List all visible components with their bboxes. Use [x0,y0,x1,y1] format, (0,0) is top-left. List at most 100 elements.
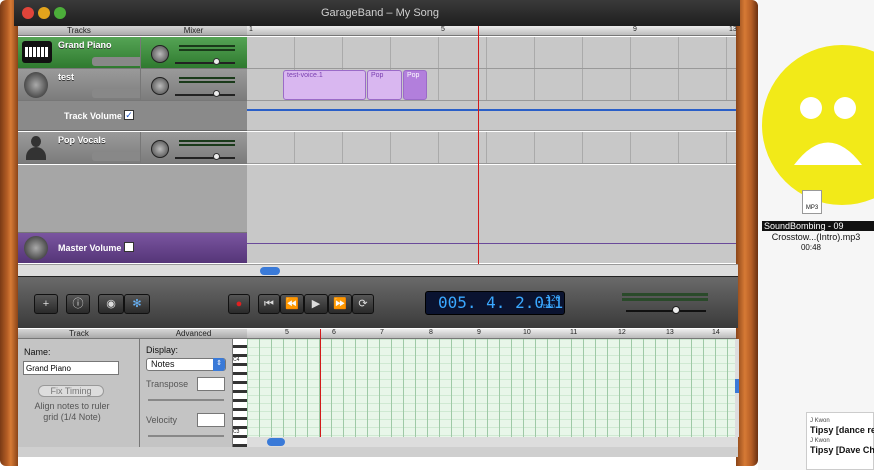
track-name: test [58,72,75,82]
play-button[interactable]: ▶ [304,294,328,314]
audio-region[interactable]: Pop [367,70,402,100]
scroll-thumb[interactable] [735,379,739,393]
editor-horizontal-scrollbar[interactable] [247,437,738,447]
file-name[interactable]: SoundBombing - 09 [762,221,874,231]
align-notes-text: Align notes to ruler grid (1/4 Note) [34,401,110,422]
list-item-artist: J Kwon [810,438,830,444]
chevron-updown-icon: ⇕ [213,358,225,371]
master-volume-label: Master Volume [58,243,122,253]
pan-knob[interactable] [151,77,169,95]
volume-thumb[interactable] [213,90,220,97]
master-track-header[interactable]: Master Volume [18,233,247,263]
horizontal-scrollbar[interactable] [18,264,738,276]
rewind-button[interactable]: ⏪ [280,294,304,314]
editor-advanced-tab[interactable]: Advanced [140,329,247,339]
screaming-face-icon [762,45,874,205]
audio-region[interactable]: Pop [403,70,427,100]
volume-slider[interactable] [175,62,235,64]
ruler-tick: 13 [666,329,674,336]
fast-forward-button[interactable]: ⏩ [328,294,352,314]
mixer-grand-piano [140,37,247,69]
ruler-tick: 9 [633,26,637,33]
window-title: GarageBand – My Song [320,7,440,19]
key-label: C3 [233,429,240,435]
velocity-label: Velocity [146,415,178,425]
pan-knob[interactable] [151,140,169,158]
track-lane[interactable] [247,132,736,164]
scroll-thumb[interactable] [267,438,285,446]
editor-playhead[interactable] [320,329,321,437]
level-meter [179,45,235,47]
track-header-test[interactable]: test [18,69,150,101]
master-volume-curve[interactable] [247,243,736,244]
wood-frame-right [736,0,758,466]
ruler-tick: 13 [729,26,737,33]
master-lane[interactable] [247,233,736,263]
transport-bar: + ⓘ ◉ ✻ ● ⏮ ⏪ ▶ ⏩ ⟳ 005. 4. 2.011 120 TE… [18,276,738,328]
track-name-input[interactable] [23,361,119,375]
tempo-label: TEMPO [540,304,556,310]
ruler-tick: 11 [570,329,578,336]
transpose-input[interactable] [197,377,225,391]
master-volume-slider[interactable] [626,310,706,312]
track-name: Grand Piano [58,40,112,50]
empty-lane-area[interactable] [247,165,736,233]
ruler-tick: 7 [380,329,384,336]
level-meter [179,49,235,51]
list-item-title[interactable]: Tipsy [Dave Ch [810,445,874,455]
editor-vertical-scrollbar[interactable] [735,339,739,437]
track-volume-row: Track Volume ✓ [18,101,247,131]
person-icon [24,136,48,160]
wood-frame-left [0,0,18,466]
list-panel: J Kwon Tipsy [dance re J Kwon Tipsy [Dav… [806,412,874,470]
mixer-pop-vocals [140,132,247,164]
pan-knob[interactable] [151,45,169,63]
track-header-grand-piano[interactable]: Grand Piano [18,37,150,69]
track-volume-checkbox[interactable]: ✓ [124,110,134,120]
cycle-button[interactable]: ⟳ [352,294,374,314]
track-lane[interactable] [247,37,736,69]
velocity-slider[interactable] [148,435,224,437]
transpose-label: Transpose [146,379,189,389]
track-header-pop-vocals[interactable]: Pop Vocals [18,132,150,164]
editor-advanced-panel: Display: Notes ⇕ Transpose Velocity [140,339,233,457]
master-volume-thumb[interactable] [672,306,680,314]
ruler-tick: 8 [429,329,433,336]
velocity-input[interactable] [197,413,225,427]
eye-icon[interactable]: ◉ [98,294,124,314]
timeline-ruler[interactable]: 1 5 9 13 [247,26,737,36]
piano-keyboard[interactable]: C4 C3 [233,339,247,457]
time-display[interactable]: 005. 4. 2.011 120 TEMPO [425,291,565,315]
go-to-start-button[interactable]: ⏮ [258,294,280,314]
file-name-line2: Crosstow...(Intro).mp3 [771,232,861,242]
automation-lane[interactable] [247,101,736,131]
fix-timing-button[interactable]: Fix Timing [38,385,104,397]
mixer-header[interactable]: Mixer [140,26,247,36]
loop-browser-icon[interactable]: ✻ [124,294,150,314]
volume-curve[interactable] [247,109,736,111]
level-meter [179,77,235,79]
level-meter [179,81,235,83]
volume-thumb[interactable] [213,153,220,160]
volume-slider[interactable] [175,94,235,96]
editor-track-panel: Name: Fix Timing Align notes to ruler gr… [18,339,140,457]
editor-track-tab[interactable]: Track [18,329,140,339]
mp3-file-icon[interactable]: MP3 [802,190,822,214]
playhead[interactable] [478,26,479,264]
add-track-button[interactable]: + [34,294,58,314]
track-name: Pop Vocals [58,135,106,145]
scroll-thumb[interactable] [260,267,280,275]
info-button[interactable]: ⓘ [66,294,90,314]
volume-slider[interactable] [175,157,235,159]
speaker-icon [24,72,48,98]
tracks-header[interactable]: Tracks [18,26,140,36]
garageband-screen: MP3 SoundBombing - 09 Crosstow...(Intro)… [0,0,874,470]
list-item-title[interactable]: Tipsy [dance re [810,425,874,435]
volume-thumb[interactable] [213,58,220,65]
transpose-slider[interactable] [148,399,224,401]
master-volume-checkbox[interactable] [124,242,134,252]
record-button[interactable]: ● [228,294,250,314]
display-select[interactable]: Notes ⇕ [146,358,226,371]
name-label: Name: [24,347,51,357]
audio-region[interactable]: test-voice.1 [283,70,366,100]
